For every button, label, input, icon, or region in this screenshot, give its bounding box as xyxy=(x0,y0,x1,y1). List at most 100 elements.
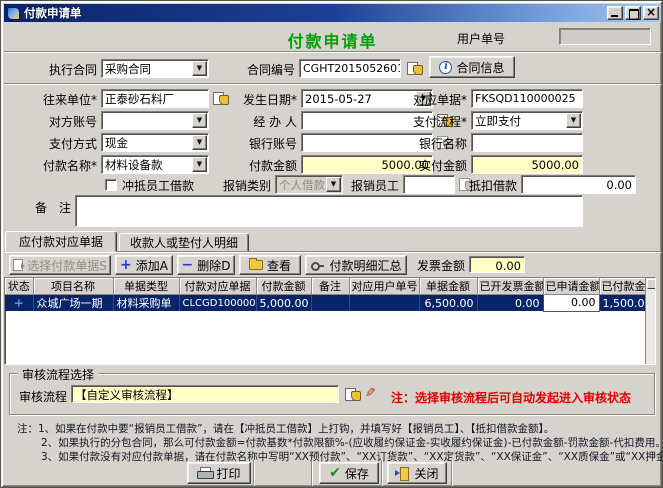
info-icon xyxy=(439,61,452,74)
chevron-down-icon[interactable] xyxy=(192,135,207,150)
col-pay-doc[interactable]: 付款对应单据 xyxy=(179,278,256,295)
cell-doc-type[interactable]: 材料采购单 xyxy=(113,295,179,312)
cell-pay-amount[interactable]: 5,000.00 xyxy=(256,295,311,312)
cell-paid[interactable]: 1,500.00 xyxy=(599,295,646,312)
printer-icon xyxy=(197,467,212,479)
close-form-button[interactable]: 关闭 xyxy=(387,462,447,484)
select-doc-icon xyxy=(13,259,23,271)
contract-info-button[interactable]: 合同信息 xyxy=(429,56,515,78)
col-remark[interactable]: 备注 xyxy=(311,278,349,295)
bankname-input[interactable] xyxy=(471,133,583,152)
col-applied[interactable]: 已申请金额 xyxy=(543,278,599,295)
audit-flow-input[interactable]: 【自定义审核流程】 xyxy=(71,385,339,403)
chevron-down-icon[interactable] xyxy=(192,61,207,76)
col-paid[interactable]: 已付款金额 xyxy=(599,278,646,295)
cell-remark[interactable] xyxy=(311,295,349,312)
payables-grid: 状态 项目名称 单据类型 付款对应单据 付款金额 备注 对应用户单号 单据金额 … xyxy=(4,277,656,365)
tab-payable-docs[interactable]: 应付款对应单据 xyxy=(5,231,117,252)
table-row-selected[interactable]: + 众城广场一期 材料采购单 CLCGD100000030 5,000.00 6… xyxy=(5,295,646,312)
deduct-label: 抵扣借款 xyxy=(465,178,517,194)
col-doc-type[interactable]: 单据类型 xyxy=(113,278,179,295)
grid-header-row: 状态 项目名称 单据类型 付款对应单据 付款金额 备注 对应用户单号 单据金额 … xyxy=(5,278,646,295)
reimburse-emp-label: 报销员工 xyxy=(347,178,399,194)
col-status[interactable]: 状态 xyxy=(5,278,33,295)
key-icon xyxy=(310,259,325,272)
chevron-down-icon[interactable] xyxy=(192,157,207,172)
cell-doc-amount[interactable]: 6,500.00 xyxy=(419,295,477,312)
deduct-input[interactable]: 0.00 xyxy=(521,175,636,194)
doc-label: 对应单据* xyxy=(403,92,467,108)
user-no-label: 用户单号 xyxy=(449,31,505,47)
offset-loan-checkbox[interactable] xyxy=(105,179,117,191)
chevron-down-icon[interactable] xyxy=(192,113,207,128)
cell-invoiced[interactable]: 0.00 xyxy=(477,295,543,312)
footer-separator xyxy=(311,460,313,486)
audit-flow-label: 审核流程 xyxy=(15,389,67,405)
chevron-down-icon[interactable] xyxy=(566,113,581,128)
col-user-no[interactable]: 对应用户单号 xyxy=(349,278,419,295)
grid-scrollbar[interactable] xyxy=(645,278,655,364)
col-doc-amount[interactable]: 单据金额 xyxy=(419,278,477,295)
status-plus-icon: + xyxy=(14,296,24,310)
divider xyxy=(4,83,661,85)
payamount-label: 付款金额 xyxy=(235,158,297,174)
paymethod-label: 支付方式 xyxy=(17,136,97,152)
exec-contract-label: 执行合同 xyxy=(17,62,97,78)
payname-combo[interactable]: 材料设备款 xyxy=(101,155,209,174)
account-combo[interactable] xyxy=(101,111,209,130)
pen-icon[interactable] xyxy=(365,386,376,400)
plus-icon xyxy=(120,258,132,272)
audit-flow-picker-hand-icon[interactable] xyxy=(345,387,361,401)
check-icon xyxy=(329,466,341,480)
divider xyxy=(4,51,661,53)
payflow-combo[interactable]: 立即支付 xyxy=(471,111,583,130)
unit-picker-hand-icon[interactable] xyxy=(213,91,229,105)
cell-project[interactable]: 众城广场一期 xyxy=(33,295,113,312)
footer-separator xyxy=(381,460,383,486)
cell-user-no[interactable] xyxy=(349,295,419,312)
payment-request-window: 付款申请单 付款申请单 用户单号 执行合同 采购合同 合同编号 CGHT2015… xyxy=(0,0,663,488)
app-icon xyxy=(7,7,20,20)
invoice-amount-input[interactable]: 0.00 xyxy=(469,256,525,273)
close-button[interactable] xyxy=(643,6,659,20)
audit-flow-group-title: 审核流程选择 xyxy=(18,366,98,383)
payflow-label: 支付流程* xyxy=(403,114,467,130)
unit-input[interactable]: 正泰砂石料厂 xyxy=(101,89,209,108)
cell-applied-editor[interactable]: 0.00 xyxy=(543,295,599,312)
minimize-button[interactable] xyxy=(607,6,623,20)
actual-amount-input[interactable]: 5000.00 xyxy=(471,155,583,174)
cell-pay-doc[interactable]: CLCGD100000030 xyxy=(179,295,256,312)
add-button[interactable]: 添加A xyxy=(115,255,173,275)
exec-contract-combo[interactable]: 采购合同 xyxy=(101,59,209,78)
col-invoiced[interactable]: 已开发票金额 xyxy=(477,278,543,295)
paymethod-combo[interactable]: 现金 xyxy=(101,133,209,152)
footer-separator xyxy=(451,460,453,486)
contract-picker-hand-icon[interactable] xyxy=(407,61,423,75)
delete-button[interactable]: 删除D xyxy=(177,255,235,275)
save-button[interactable]: 保存 xyxy=(319,462,379,484)
tab-payee-detail[interactable]: 收款人或垫付人明细 xyxy=(119,233,249,252)
doc-input[interactable]: FKSQD110000025 xyxy=(471,89,583,108)
view-button[interactable]: 查看 xyxy=(239,255,301,275)
payname-label: 付款名称* xyxy=(17,158,97,174)
col-project[interactable]: 项目名称 xyxy=(33,278,113,295)
unit-label: 往来单位* xyxy=(17,92,97,108)
remark-label: 备 注 xyxy=(31,200,71,216)
offset-loan-label: 冲抵员工借款 xyxy=(122,178,212,194)
chevron-down-icon xyxy=(326,177,341,192)
select-pay-doc-button: 选择付款单据S xyxy=(9,255,111,275)
payables-table: 状态 项目名称 单据类型 付款对应单据 付款金额 备注 对应用户单号 单据金额 … xyxy=(5,278,647,312)
note-line-1: 注：1、如果在付款中要“报销员工借款”，请在【冲抵员工借款】上打钩，并填写好【报… xyxy=(17,421,554,436)
contract-no-label: 合同编号 xyxy=(239,62,295,78)
exit-icon xyxy=(395,467,410,479)
reimburse-type-combo: 个人借款 xyxy=(275,175,343,194)
print-button[interactable]: 打印 xyxy=(187,462,251,484)
maximize-button[interactable] xyxy=(625,6,641,20)
payment-detail-summary-button[interactable]: 付款明细汇总 xyxy=(305,255,407,275)
col-pay-amount[interactable]: 付款金额 xyxy=(256,278,311,295)
minus-icon xyxy=(182,258,194,272)
remark-textarea[interactable] xyxy=(75,195,583,227)
reimburse-emp-input[interactable] xyxy=(403,175,455,194)
titlebar[interactable]: 付款申请单 xyxy=(4,4,661,22)
contract-no-input[interactable]: CGHT2015052601 xyxy=(299,59,401,78)
